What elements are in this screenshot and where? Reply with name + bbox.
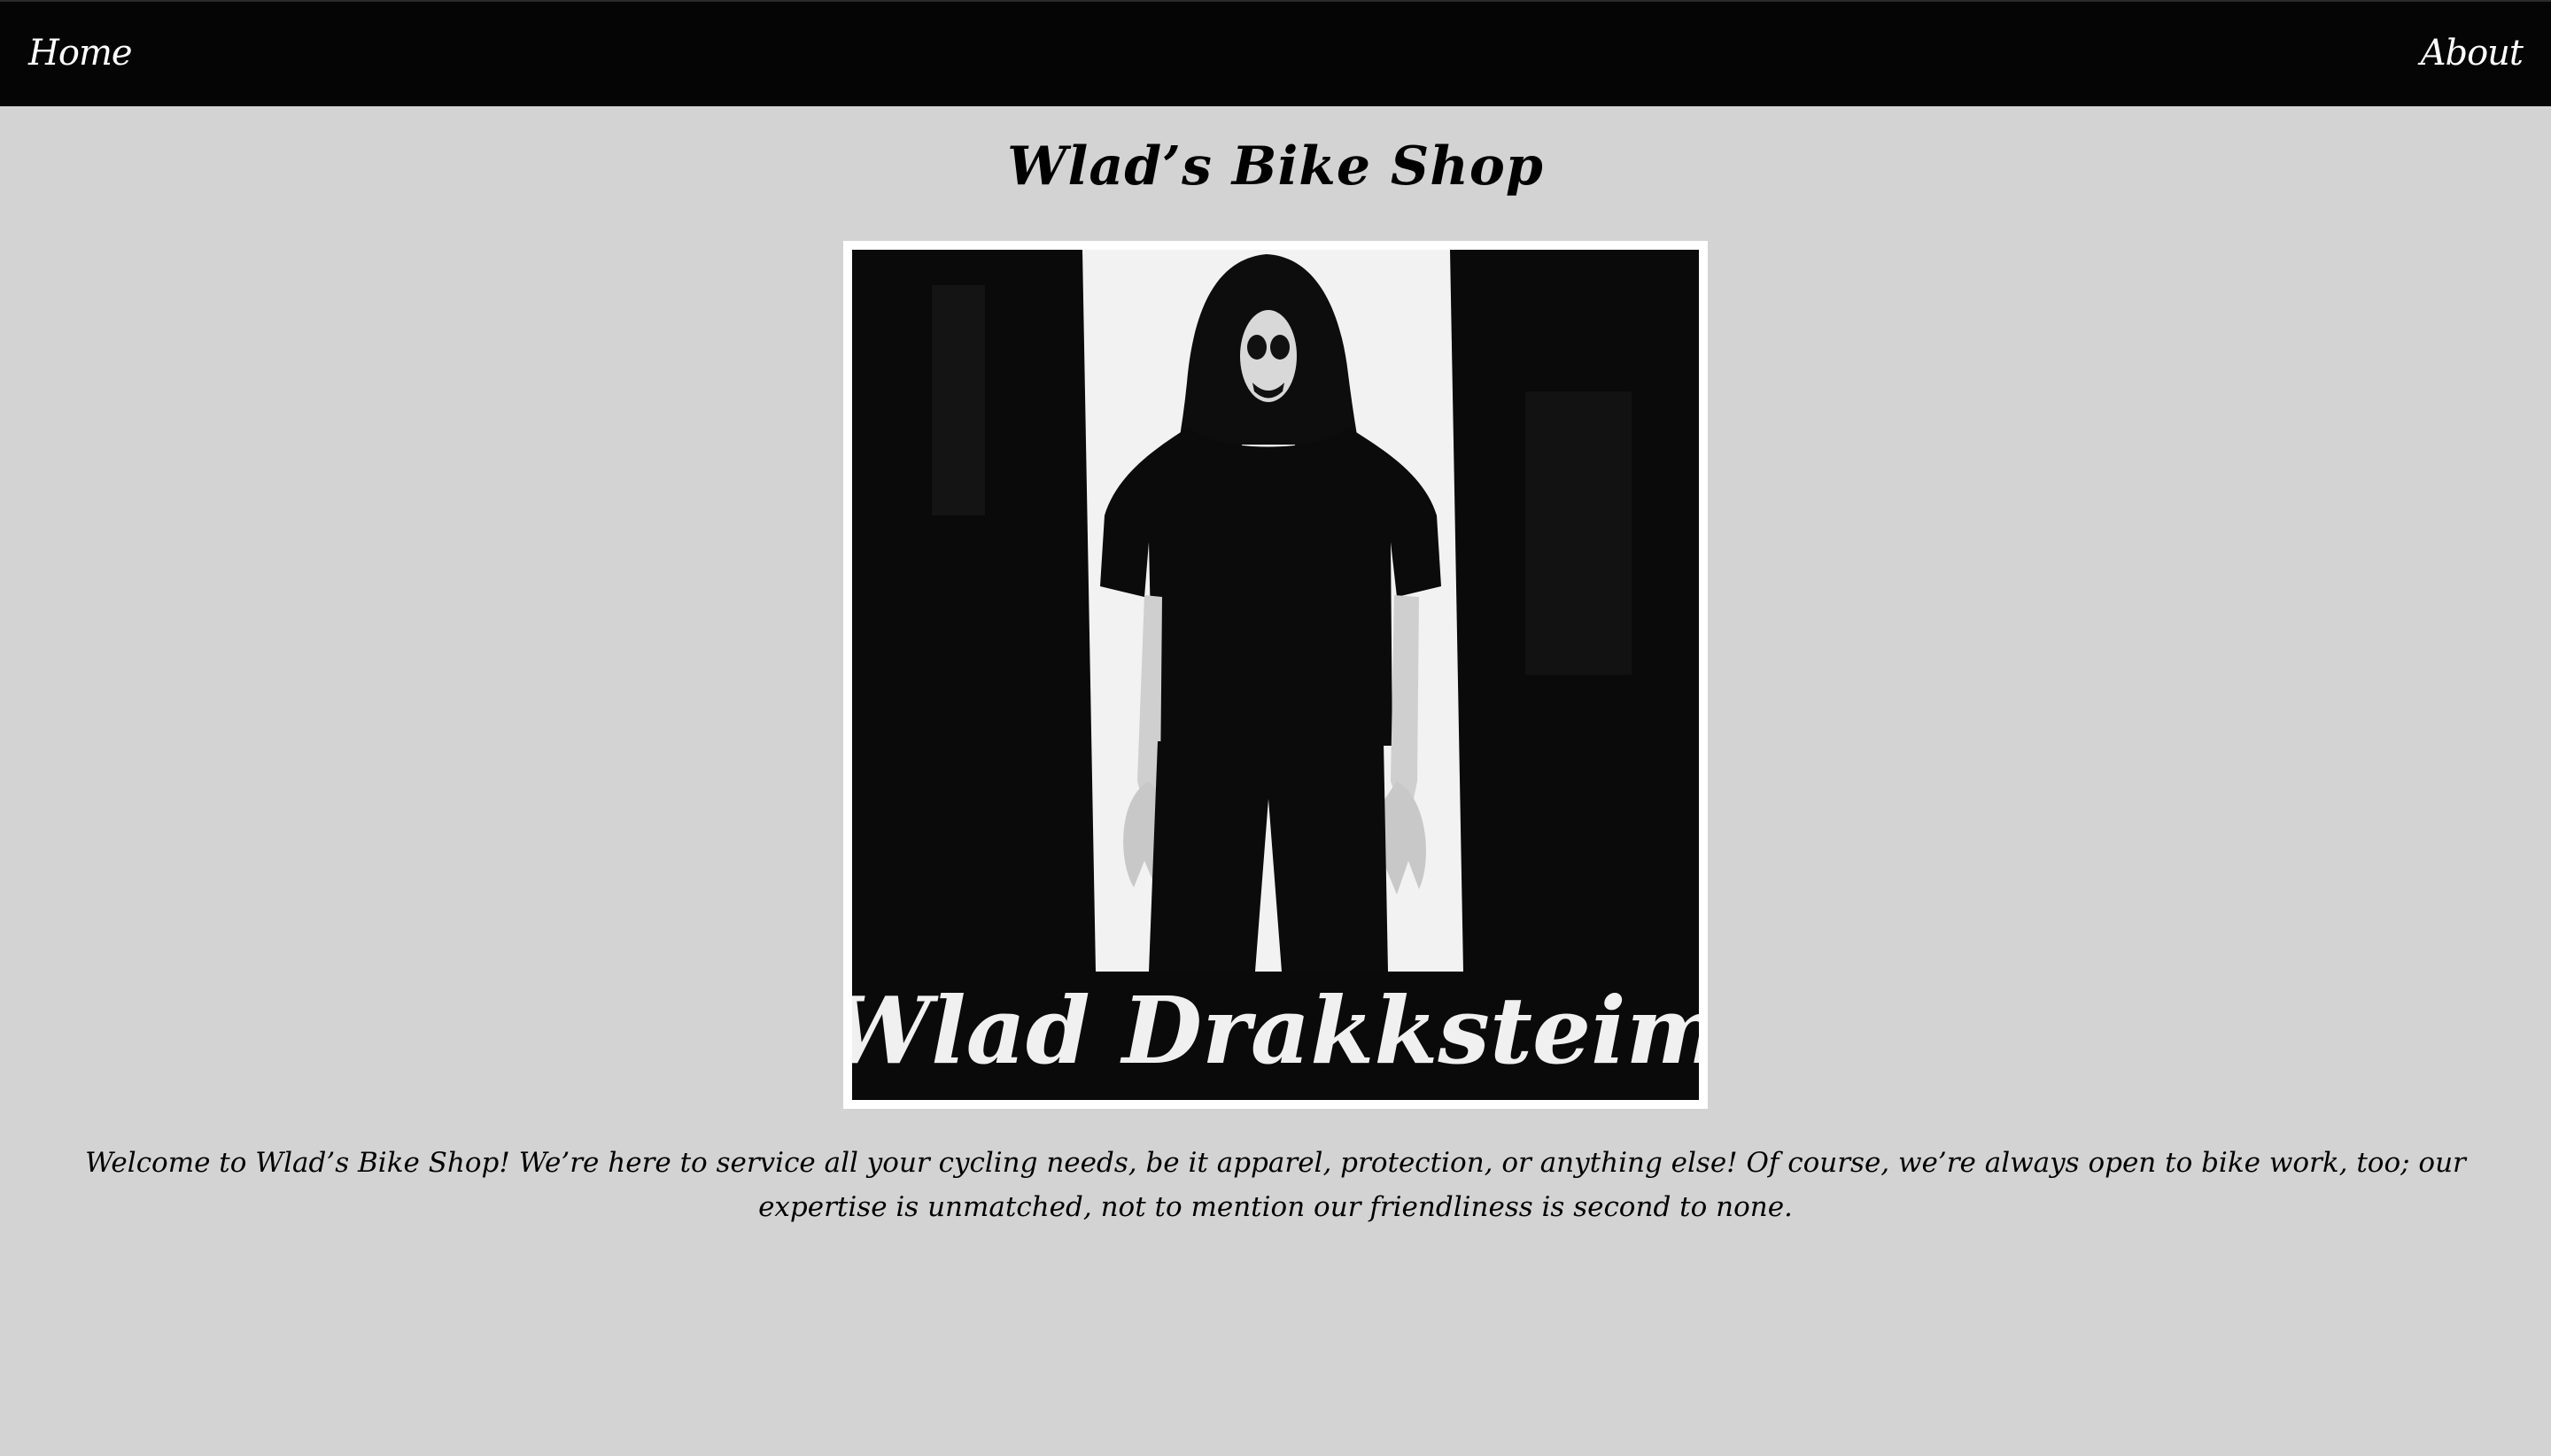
nav-about-link[interactable]: About bbox=[2421, 28, 2524, 78]
welcome-paragraph: Welcome to Wlad’s Bike Shop! We’re here … bbox=[85, 1147, 2466, 1223]
navbar: Home About bbox=[0, 0, 2551, 106]
page-title: Wlad’s Bike Shop bbox=[1007, 136, 1544, 197]
hero-image-frame: Wlad Drakksteim bbox=[843, 241, 1708, 1109]
nav-home-link[interactable]: Home bbox=[28, 28, 133, 78]
hero-caption: Wlad Drakksteim bbox=[852, 976, 1699, 1085]
hero-image: Wlad Drakksteim bbox=[852, 250, 1699, 1100]
